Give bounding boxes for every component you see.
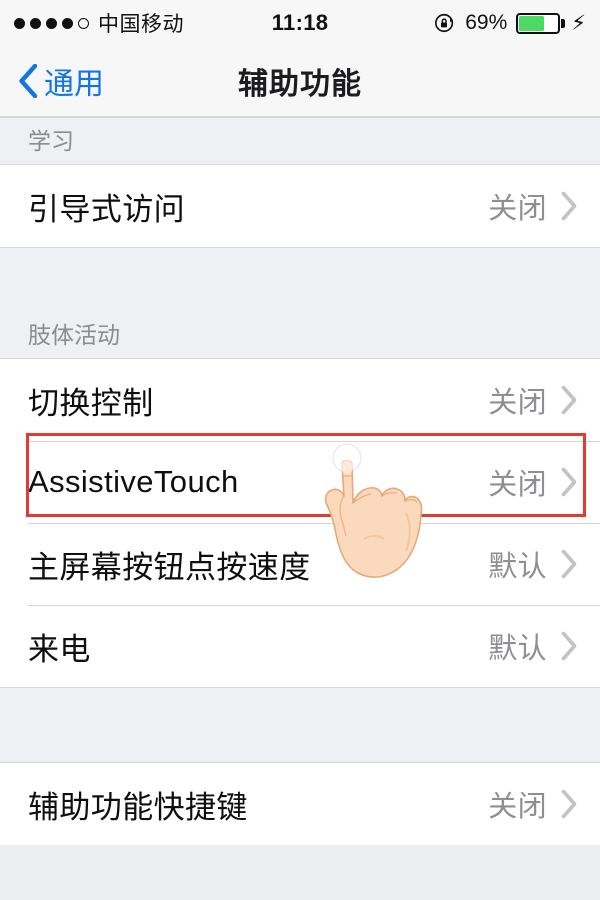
navigation-bar: 通用 辅助功能 (0, 46, 600, 117)
back-button-label: 通用 (44, 68, 104, 101)
chevron-right-icon (561, 191, 577, 221)
section-header-physical-motor: 肢体活动 (0, 247, 600, 359)
row-accessory: 关闭 (488, 461, 578, 503)
row-accessibility-shortcut[interactable]: 辅助功能快捷键 关闭 (0, 763, 600, 845)
row-guided-access[interactable]: 引导式访问 关闭 (0, 165, 600, 247)
battery-icon (516, 12, 566, 34)
row-call-audio-routing[interactable]: 来电 默认 (0, 605, 600, 687)
signal-strength-icon (14, 17, 89, 29)
rotation-lock-icon (435, 13, 454, 33)
iphone-screen: 中国移动 11:18 69% ⚡ 通用 辅助功能 学习 引导式访问 关闭 肢体活… (0, 0, 600, 900)
chevron-right-icon (561, 789, 577, 819)
row-label: 引导式访问 (28, 191, 185, 227)
row-switch-control[interactable]: 切换控制 关闭 (0, 359, 600, 441)
row-home-click-speed[interactable]: 主屏幕按钮点按速度 默认 (0, 523, 600, 605)
status-bar-left: 中国移动 (14, 8, 184, 38)
row-label: 切换控制 (28, 385, 154, 421)
row-assistive-touch[interactable]: AssistiveTouch 关闭 (0, 441, 600, 523)
row-label: 来电 (28, 631, 91, 667)
row-accessory: 关闭 (488, 185, 578, 227)
chevron-right-icon (561, 385, 577, 415)
chevron-right-icon (561, 467, 577, 497)
row-value: 关闭 (488, 193, 547, 225)
section-header-learning: 学习 (0, 117, 600, 165)
chevron-left-icon (19, 64, 38, 98)
status-bar: 中国移动 11:18 69% ⚡ (0, 0, 600, 46)
row-accessory: 默认 (488, 543, 578, 585)
section-group-physical-motor: 切换控制 关闭 AssistiveTouch 关闭 主屏幕按钮点按速度 默认 来… (0, 359, 600, 687)
row-value: 默认 (488, 551, 547, 583)
signal-dot (46, 17, 57, 29)
carrier-label: 中国移动 (98, 13, 184, 36)
section-group-shortcut: 辅助功能快捷键 关闭 (0, 763, 600, 845)
row-label: 辅助功能快捷键 (28, 789, 248, 825)
signal-dot (62, 17, 73, 29)
back-button[interactable]: 通用 (18, 59, 104, 103)
row-value: 关闭 (488, 469, 547, 501)
row-accessory: 默认 (488, 625, 578, 667)
row-accessory: 关闭 (488, 783, 578, 825)
signal-dot (78, 17, 89, 29)
charging-bolt-icon: ⚡ (571, 11, 586, 35)
row-accessory: 关闭 (488, 379, 578, 421)
chevron-right-icon (561, 631, 577, 661)
section-group-learning: 引导式访问 关闭 (0, 165, 600, 247)
row-label: 主屏幕按钮点按速度 (28, 549, 311, 585)
chevron-right-icon (561, 549, 577, 579)
signal-dot (14, 17, 25, 29)
battery-percent-label: 69% (465, 11, 508, 34)
row-value: 关闭 (488, 387, 547, 419)
status-bar-right: 69% ⚡ (434, 11, 586, 35)
settings-table: 学习 引导式访问 关闭 肢体活动 切换控制 关闭 AssistiveTouch … (0, 117, 600, 845)
row-value: 关闭 (488, 791, 547, 823)
signal-dot (30, 17, 41, 29)
row-value: 默认 (488, 633, 547, 665)
row-label: AssistiveTouch (28, 464, 239, 499)
section-header-shortcut (0, 687, 600, 763)
